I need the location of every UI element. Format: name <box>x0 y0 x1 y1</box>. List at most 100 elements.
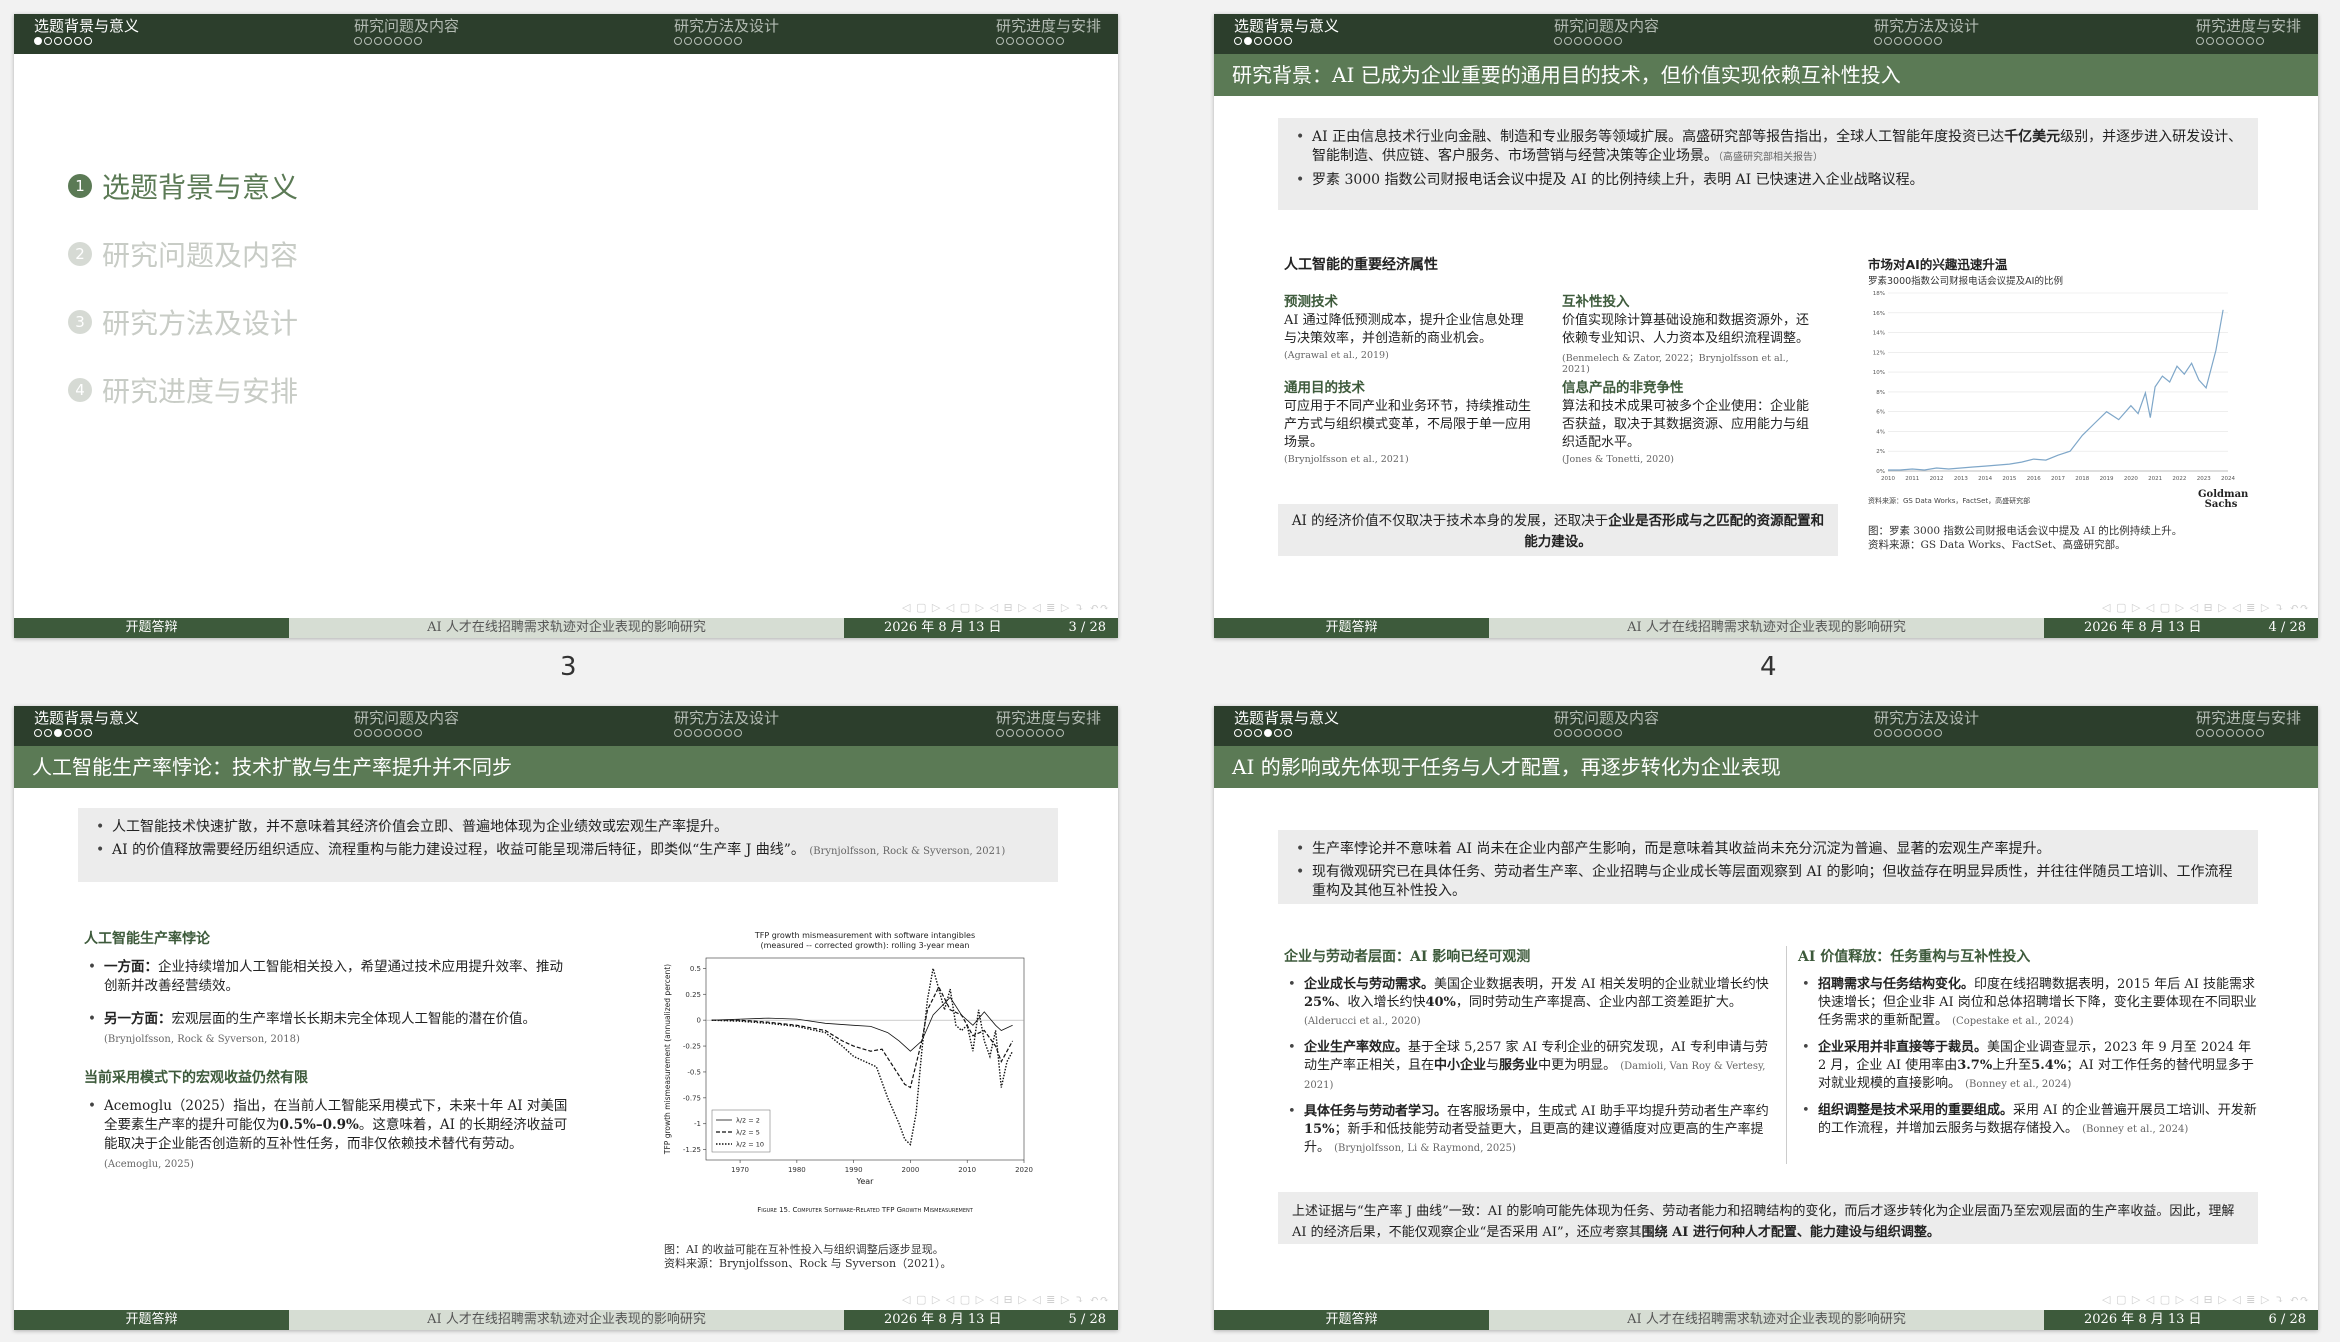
footer: 开题答辩 AI 人才在线招聘需求轨迹对企业表现的影响研究 2026 年 8 月 … <box>14 618 1118 638</box>
ai-interest-chart: 0% 2% 4% 6% 8% 10% 12% 14% 16% 18% 2010 2011 2012 201… <box>1873 291 2236 482</box>
nav-section-3[interactable]: 研究方法及设计 <box>674 16 944 45</box>
footer: 开题答辩 AI 人才在线招聘需求轨迹对企业表现的影响研究 2026 年 8 月 … <box>1214 618 2318 638</box>
bullet: 现有微观研究已在具体任务、劳动者生产率、企业招聘与企业成长等层面观察到 AI 的… <box>1292 863 2244 901</box>
nav-section-3[interactable]: 研究方法及设计 <box>674 708 944 737</box>
section-heading: 当前采用模式下的宏观收益仍然有限 <box>84 1070 308 1086</box>
x-tick-label: 2022 <box>2172 476 2186 482</box>
x-tick-label: 2023 <box>2197 476 2211 482</box>
nav-section-1[interactable]: 选题背景与意义 <box>1234 16 1504 45</box>
footer-date: 2026 年 8 月 13 日 <box>2084 1312 2202 1327</box>
bullet: 一方面：企业持续增加人工智能相关投入，希望通过技术应用提升效率、推动创新并改善经… <box>84 958 574 996</box>
outline-number: 4 <box>68 378 92 402</box>
figure-caption: 图：罗素 3000 指数公司财报电话会议中提及 AI 的比例持续上升。 <box>1868 525 2183 537</box>
nav-section-4[interactable]: 研究进度与安排 <box>2196 708 2318 737</box>
y-tick-label: -0.25 <box>683 1043 701 1051</box>
beamer-nav-symbols[interactable]: ◁ ▢ ▷ ◁ ▢ ▷ ◁ ⊟ ▷ ◁ ≣ ▷ ⤵ ↶↷ <box>902 601 1110 614</box>
nav-section-1[interactable]: 选题背景与意义 <box>34 708 304 737</box>
nav-section-2[interactable]: 研究问题及内容 <box>1554 16 1824 45</box>
nav-label: 选题背景与意义 <box>1234 17 1340 35</box>
nav-label: 研究方法及设计 <box>674 709 780 727</box>
y-tick-label: -0.75 <box>683 1094 701 1102</box>
bullet: 具体任务与劳动者学习。在客服场景中，生成式 AI 助手平均提升劳动者生产率约15… <box>1284 1103 1774 1158</box>
bullet: AI 正由信息技术行业向金融、制造和专业服务等领域扩展。高盛研究部等报告指出，全… <box>1292 128 2244 167</box>
x-tick-label: 2020 <box>2124 476 2138 482</box>
prop-cell: 通用目的技术 可应用于不同产业和业务环节，持续推动生产方式与组织模式变革，不局限于… <box>1284 380 1532 465</box>
slide-3[interactable]: 选题背景与意义 研究问题及内容 研究方法及设计 研究进度与安排 1 选题背景与意义… <box>14 14 1118 638</box>
x-tick-label: 1970 <box>731 1166 749 1174</box>
nav-section-2[interactable]: 研究问题及内容 <box>354 708 624 737</box>
nav-section-2[interactable]: 研究问题及内容 <box>354 16 624 45</box>
nav-section-4[interactable]: 研究进度与安排 <box>996 16 1118 45</box>
nav-label: 研究方法及设计 <box>674 17 780 35</box>
nav-section-3[interactable]: 研究方法及设计 <box>1874 708 2144 737</box>
x-tick-label: 1980 <box>788 1166 806 1174</box>
chart-title: 市场对AI的兴趣迅速升温 <box>1868 257 2008 272</box>
nav-label: 研究进度与安排 <box>996 709 1102 727</box>
slide-5[interactable]: 选题背景与意义 研究问题及内容 研究方法及设计 研究进度与安排 人工智能生产率悖… <box>14 706 1118 1330</box>
beamer-nav-symbols[interactable]: ◁ ▢ ▷ ◁ ▢ ▷ ◁ ⊟ ▷ ◁ ≣ ▷ ⤵ ↶↷ <box>2102 1293 2310 1306</box>
outline-item-3[interactable]: 3 研究方法及设计 <box>68 302 298 342</box>
frame-title: 人工智能生产率悖论：技术扩散与生产率提升并不同步 <box>14 746 1118 788</box>
bullet: 人工智能技术快速扩散，并不意味着其经济价值会立即、普遍地体现为企业绩效或宏观生产… <box>92 818 1044 837</box>
nav-section-4[interactable]: 研究进度与安排 <box>2196 16 2318 45</box>
prop-cell: 互补性投入 价值实现除计算基础设施和数据资源外，还依赖专业知识、人力资本及组织流程… <box>1562 294 1810 375</box>
y-tick-label: -0.5 <box>687 1068 701 1076</box>
nav-label: 研究问题及内容 <box>354 17 460 35</box>
outline-item-1[interactable]: 1 选题背景与意义 <box>68 166 298 206</box>
beamer-nav-symbols[interactable]: ◁ ▢ ▷ ◁ ▢ ▷ ◁ ⊟ ▷ ◁ ≣ ▷ ⤵ ↶↷ <box>2102 601 2310 614</box>
nav-dots <box>34 37 304 45</box>
y-tick-label: 10% <box>1873 370 1885 376</box>
outline-item-2[interactable]: 2 研究问题及内容 <box>68 234 298 274</box>
bullet: Acemoglu（2025）指出，在当前人工智能采用模式下，未来十年 AI 对美… <box>84 1097 574 1174</box>
y-tick-label: -1.25 <box>683 1146 701 1154</box>
nav-section-1[interactable]: 选题背景与意义 <box>34 16 304 45</box>
footer-left: 开题答辩 <box>14 618 289 638</box>
paradox-column: 人工智能生产率悖论 一方面：企业持续增加人工智能相关投入，希望通过技术应用提升效… <box>84 928 574 1178</box>
nav-label: 研究进度与安排 <box>996 17 1102 35</box>
slide-4[interactable]: 选题背景与意义 研究问题及内容 研究方法及设计 研究进度与安排 研究背景：AI … <box>1214 14 2318 638</box>
series-line <box>1888 309 2224 471</box>
frame-title: AI 的影响或先体现于任务与人才配置，再逐步转化为企业表现 <box>1214 746 2318 788</box>
outline-number: 3 <box>68 310 92 334</box>
footer-right: 2026 年 8 月 13 日 6 / 28 <box>2044 1310 2318 1330</box>
footer-title: AI 人才在线招聘需求轨迹对企业表现的影响研究 <box>1489 618 2044 638</box>
footer-right: 2026 年 8 月 13 日 4 / 28 <box>2044 618 2318 638</box>
beamer-nav-symbols[interactable]: ◁ ▢ ▷ ◁ ▢ ▷ ◁ ⊟ ▷ ◁ ≣ ▷ ⤵ ↶↷ <box>902 1293 1110 1306</box>
footer-title: AI 人才在线招聘需求轨迹对企业表现的影响研究 <box>1489 1310 2044 1330</box>
section-nav: 选题背景与意义 研究问题及内容 研究方法及设计 研究进度与安排 <box>14 14 1118 54</box>
x-tick-label: 2017 <box>2051 476 2065 482</box>
footer-left: 开题答辩 <box>1214 618 1489 638</box>
x-tick-label: 2014 <box>1978 476 1992 482</box>
intro-box: AI 正由信息技术行业向金融、制造和专业服务等领域扩展。高盛研究部等报告指出，全… <box>1278 118 2258 210</box>
footer-right: 2026 年 8 月 13 日 5 / 28 <box>844 1310 1118 1330</box>
bullet: 企业采用并非直接等于裁员。美国企业调查显示，2023 年 9 月至 2024 年… <box>1798 1039 2258 1094</box>
footer-left: 开题答辩 <box>1214 1310 1489 1330</box>
section-heading: 人工智能生产率悖论 <box>84 931 210 947</box>
legend-label: λ/2 = 2 <box>736 1117 760 1125</box>
nav-label: 研究方法及设计 <box>1874 709 1980 727</box>
prop-cell: 预测技术 AI 通过降低预测成本，提升企业信息处理与决策效率，并创造新的商业机会。… <box>1284 294 1524 361</box>
tfp-figure: TFP growth mismeasurement with software … <box>654 928 1034 1218</box>
outline-item-4[interactable]: 4 研究进度与安排 <box>68 370 298 410</box>
nav-section-4[interactable]: 研究进度与安排 <box>996 708 1118 737</box>
nav-section-1[interactable]: 选题背景与意义 <box>1234 708 1504 737</box>
y-tick-label: 6% <box>1876 410 1885 416</box>
y-tick-label: 0.25 <box>685 991 701 999</box>
bullet: 企业生产率效应。基于全球 5,257 家 AI 专利企业的研究发现，AI 专利申… <box>1284 1039 1774 1095</box>
x-tick-label: 1990 <box>845 1166 863 1174</box>
nav-section-3[interactable]: 研究方法及设计 <box>1874 16 2144 45</box>
bullet: 另一方面：宏观层面的生产率增长长期未完全体现人工智能的潜在价值。 (Brynjo… <box>84 1010 574 1049</box>
outline-text: 研究进度与安排 <box>102 375 299 408</box>
intro-box: 生产率悖论并不意味着 AI 尚未在企业内部产生影响，而是意味着其收益尚未充分沉淀… <box>1278 830 2258 904</box>
nav-section-2[interactable]: 研究问题及内容 <box>1554 708 1824 737</box>
slide-6[interactable]: 选题背景与意义 研究问题及内容 研究方法及设计 研究进度与安排 AI 的影响或先… <box>1214 706 2318 1330</box>
outline-text: 研究方法及设计 <box>102 307 299 340</box>
x-tick-label: 2012 <box>1930 476 1944 482</box>
footer-title: AI 人才在线招聘需求轨迹对企业表现的影响研究 <box>289 618 844 638</box>
x-tick-label: 2021 <box>2148 476 2162 482</box>
legend-label: λ/2 = 5 <box>736 1129 760 1137</box>
figure-source: 资料来源：Brynjolfsson、Rock 与 Syverson（2021）。 <box>664 1257 952 1270</box>
nav-label: 研究进度与安排 <box>2196 17 2302 35</box>
x-tick-label: 2010 <box>958 1166 976 1174</box>
x-tick-label: 2016 <box>2027 476 2041 482</box>
